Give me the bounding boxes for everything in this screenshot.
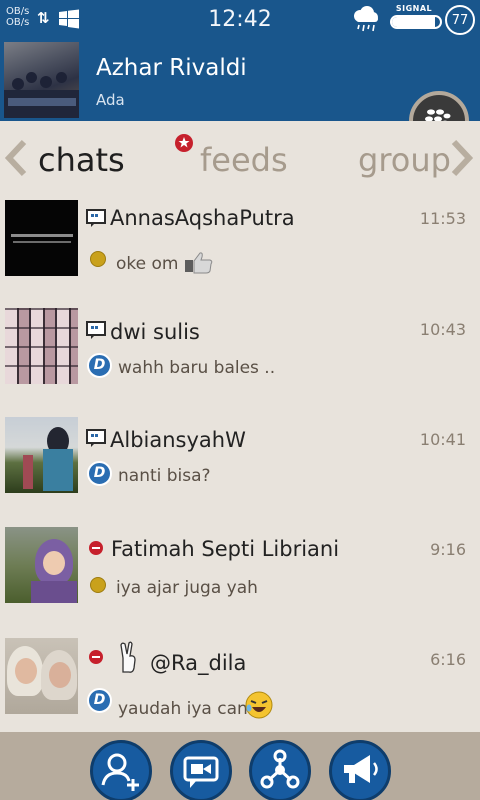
chat-list-item[interactable]: AlbiansyahW 10:41 D nanti bisa?	[0, 414, 480, 524]
contact-avatar[interactable]	[5, 417, 78, 493]
message-preview: nanti bisa?	[118, 466, 211, 486]
message-time: 10:41	[419, 430, 466, 449]
chat-list-item[interactable]: Fatimah Septi Libriani 9:16 iya ajar jug…	[0, 522, 480, 632]
video-chat-button[interactable]	[170, 740, 232, 800]
contact-name: @Ra_dila	[150, 651, 247, 675]
weather-icon	[354, 6, 378, 32]
profile-avatar[interactable]	[4, 42, 79, 118]
profile-header[interactable]: Azhar Rivaldi Ada	[0, 40, 480, 151]
signal-label: SIGNAL	[395, 4, 433, 13]
message-time: 6:16	[430, 650, 466, 669]
tab-group[interactable]: group	[358, 141, 451, 179]
chevron-left-icon[interactable]	[2, 139, 32, 177]
battery-indicator: 77	[445, 5, 475, 35]
message-preview: yaudah iya cans	[118, 699, 257, 719]
status-indicator-icon	[90, 577, 106, 593]
broadcast-button[interactable]	[329, 740, 391, 800]
chat-bubble-icon	[86, 209, 106, 227]
chat-bubble-icon	[86, 321, 106, 339]
status-indicator-icon	[90, 251, 106, 267]
feeds-notification-badge	[175, 134, 193, 152]
thumbs-up-emoji-icon	[185, 252, 213, 274]
bottom-action-bar	[0, 732, 480, 800]
delivered-d-icon: D	[87, 461, 112, 486]
signal-meter	[390, 15, 442, 29]
contact-avatar[interactable]	[5, 200, 78, 276]
tab-feeds[interactable]: feeds	[200, 141, 288, 179]
chat-list-item[interactable]: AnnasAqshaPutra 11:53 oke om	[0, 196, 480, 306]
busy-status-icon	[89, 541, 103, 555]
tab-bar: chats feeds group	[0, 121, 480, 193]
profile-name[interactable]: Azhar Rivaldi	[96, 55, 247, 81]
chat-list-item[interactable]: @Ra_dila 6:16 D yaudah iya cans	[0, 632, 480, 742]
message-time: 9:16	[430, 540, 466, 559]
chat-bubble-icon	[86, 429, 106, 447]
crossed-fingers-emoji-icon	[120, 641, 136, 673]
add-contact-button[interactable]	[90, 740, 152, 800]
delivered-d-icon: D	[87, 688, 112, 713]
profile-status[interactable]: Ada	[96, 91, 125, 109]
signal-meter-fill	[392, 17, 436, 27]
video-chat-icon	[183, 756, 219, 788]
star-icon	[178, 137, 190, 148]
contact-name: AnnasAqshaPutra	[110, 206, 295, 230]
laughing-emoji-icon	[245, 691, 273, 719]
chevron-right-icon[interactable]	[446, 139, 476, 177]
chat-list-item[interactable]: dwi sulis 10:43 D wahh baru bales ..	[0, 306, 480, 416]
delivered-d-icon: D	[87, 353, 112, 378]
contact-name: dwi sulis	[110, 320, 200, 344]
message-time: 11:53	[419, 209, 466, 228]
message-preview: oke om	[116, 254, 179, 274]
contact-avatar[interactable]	[5, 308, 78, 384]
contact-name: Fatimah Septi Libriani	[111, 537, 340, 561]
tab-chats[interactable]: chats	[38, 141, 125, 179]
broadcast-icon	[344, 755, 378, 783]
message-preview: wahh baru bales ..	[118, 358, 276, 378]
battery-level: 77	[451, 12, 469, 28]
busy-status-icon	[89, 650, 103, 664]
status-bar: OB/s OB/s ⇅ 12:42 SIGNAL 77	[0, 0, 480, 40]
message-time: 10:43	[419, 320, 466, 339]
message-preview: iya ajar juga yah	[116, 578, 258, 598]
add-contact-icon	[101, 753, 139, 791]
contact-avatar[interactable]	[5, 527, 78, 603]
share-icon	[260, 749, 300, 789]
contact-avatar[interactable]	[5, 638, 78, 714]
share-button[interactable]	[249, 740, 311, 800]
contact-name: AlbiansyahW	[110, 428, 246, 452]
